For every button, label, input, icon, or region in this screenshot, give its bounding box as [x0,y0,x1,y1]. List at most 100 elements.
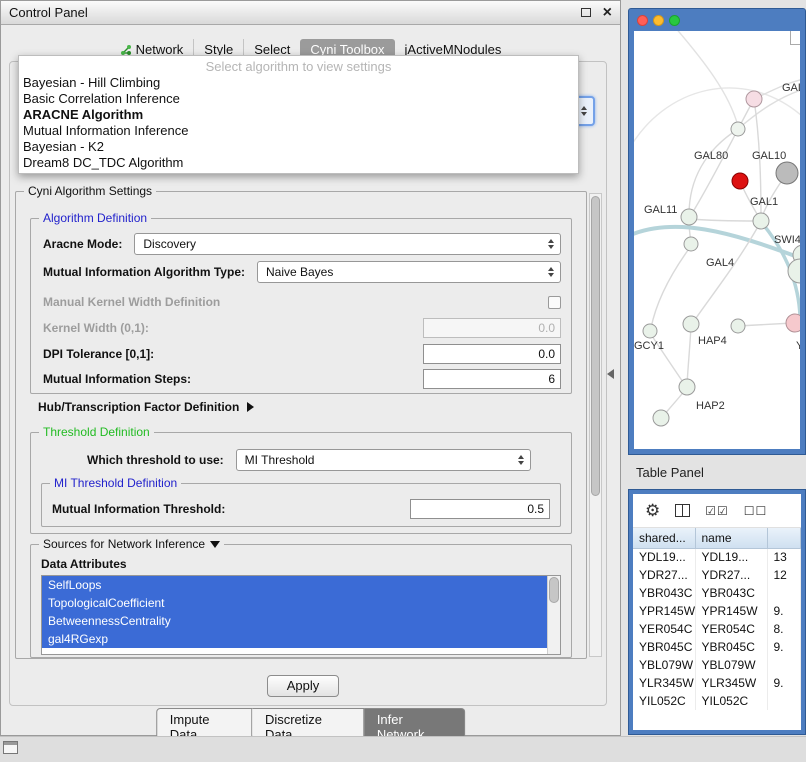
table-row[interactable]: YDR27...YDR27...12 [633,566,801,584]
network-edge[interactable] [634,88,800,151]
network-edge[interactable] [691,219,759,221]
network-edge[interactable] [687,326,691,385]
sources-group-title[interactable]: Sources for Network Inference [39,537,224,551]
network-node[interactable] [683,316,699,332]
network-node[interactable] [788,259,800,283]
table-row[interactable]: YDL19...YDL19...13 [633,548,801,566]
scrollbar-thumb[interactable] [549,577,559,603]
network-node[interactable] [731,122,745,136]
list-item-selected[interactable]: SelfLoops [42,576,548,594]
table-cell: 12 [767,566,801,584]
float-window-icon[interactable] [581,8,591,17]
network-node[interactable] [776,162,798,184]
dropdown-item[interactable]: Bayesian - Hill Climbing [19,75,578,91]
network-node[interactable] [753,213,769,229]
panel-collapse-arrow-icon[interactable] [607,369,614,379]
mi-threshold-label: Mutual Information Threshold: [52,502,225,516]
hub-definition-label: Hub/Transcription Factor Definition [38,400,239,414]
mini-window-icon[interactable] [3,741,18,754]
list-item-selected[interactable]: gal4RGexp [42,630,548,648]
network-edge[interactable] [651,246,691,328]
minimize-light-icon[interactable] [653,15,664,26]
column-header[interactable]: shared... [633,528,695,548]
table-cell: YBR045C [633,638,695,656]
table-cell [767,584,801,602]
list-item-selected[interactable]: TopologicalCoefficient [42,594,548,612]
table-cell: 9. [767,638,801,656]
mi-threshold-field[interactable]: 0.5 [410,499,550,519]
node-label: GAL8 [782,82,800,94]
dropdown-item-selected[interactable]: ARACNE Algorithm [19,107,578,123]
deselect-all-checkboxes-icon[interactable]: ☐☐ [744,504,768,518]
which-threshold-combo[interactable]: MI Threshold [236,449,531,471]
select-all-checkboxes-icon[interactable]: ☑☑ [705,504,729,518]
table-row[interactable]: YIL052CYIL052C [633,692,801,710]
column-header[interactable] [767,528,801,548]
chevron-updown-icon [581,106,587,116]
node-label: SWI4 [774,234,800,246]
scrollbar-corner [790,31,800,45]
triangle-down-icon [210,541,220,548]
dropdown-item[interactable]: Mutual Information Inference [19,123,578,139]
network-node[interactable] [653,410,669,426]
dropdown-item[interactable]: Bayesian - K2 [19,139,578,155]
dropdown-item[interactable]: Basic Correlation Inference [19,91,578,107]
network-edge[interactable] [738,323,793,326]
close-icon[interactable]: × [603,5,612,21]
scrollbar-thumb[interactable] [591,196,600,496]
network-node[interactable] [643,324,657,338]
network-node[interactable] [786,314,800,332]
close-light-icon[interactable] [637,15,648,26]
settings-scrollbar[interactable] [589,193,602,657]
apply-button[interactable]: Apply [267,675,339,697]
network-node[interactable] [732,173,748,189]
node-attribute-table: shared... name YDL19...YDL19...13YDR27..… [633,528,801,710]
table-cell: YDL19... [633,548,695,566]
network-node[interactable] [684,237,698,251]
columns-icon[interactable] [675,504,690,517]
table-row[interactable]: YER054CYER054C8. [633,620,801,638]
list-item-selected[interactable]: BetweennessCentrality [42,612,548,630]
mi-steps-label: Mutual Information Steps: [43,372,191,386]
hub-definition-toggle[interactable]: Hub/Transcription Factor Definition [38,400,254,414]
list-scrollbar[interactable] [547,576,560,654]
table-row[interactable]: YPR145WYPR145W9. [633,602,801,620]
manual-kernel-label: Manual Kernel Width Definition [43,295,220,309]
dropdown-item[interactable]: Dream8 DC_TDC Algorithm [19,155,578,171]
group-title: Algorithm Definition [39,211,151,225]
network-edge[interactable] [694,223,760,321]
table-cell: 9. [767,674,801,692]
table-row[interactable]: YBL079WYBL079W [633,656,801,674]
group-title: MI Threshold Definition [50,476,181,490]
chevron-updown-icon [518,455,524,465]
network-node[interactable] [679,379,695,395]
mi-type-combo[interactable]: Naive Bayes [257,261,561,283]
column-header[interactable]: name [695,528,767,548]
network-node[interactable] [746,91,762,107]
table-cell [767,656,801,674]
mi-steps-field[interactable]: 6 [423,369,561,389]
zoom-light-icon[interactable] [669,15,680,26]
manual-kernel-checkbox[interactable] [548,296,561,309]
network-node[interactable] [731,319,745,333]
attribute-list[interactable]: SelfLoops TopologicalCoefficient Between… [41,575,561,655]
table-cell: YER054C [695,620,767,638]
gear-icon[interactable]: ⚙ [645,501,660,521]
network-edge[interactable] [674,31,738,126]
table-row[interactable]: YBR045CYBR045C9. [633,638,801,656]
network-node[interactable] [681,209,697,225]
triangle-right-icon [247,402,254,412]
group-title: Cyni Algorithm Settings [24,184,156,198]
dpi-tolerance-field[interactable]: 0.0 [423,344,561,364]
table-row[interactable]: YBR043CYBR043C [633,584,801,602]
table-panel-title: Table Panel [636,465,704,480]
table-cell: 13 [767,548,801,566]
attribute-table-body: YDL19...YDL19...13YDR27...YDR27...12YBR0… [633,548,801,710]
aracne-mode-combo[interactable]: Discovery [134,233,561,255]
chevron-updown-icon [548,239,554,249]
cyni-algorithm-settings-group: Cyni Algorithm Settings Algorithm Defini… [15,191,587,659]
network-canvas[interactable]: GAL80GAL10GAL8GAL11GAL1SWI4GAL4GCY1HAP4Y… [634,31,800,449]
kernel-width-label: Kernel Width (0,1): [43,321,149,335]
table-row[interactable]: YLR345WYLR345W9. [633,674,801,692]
kernel-width-field[interactable]: 0.0 [423,318,561,338]
